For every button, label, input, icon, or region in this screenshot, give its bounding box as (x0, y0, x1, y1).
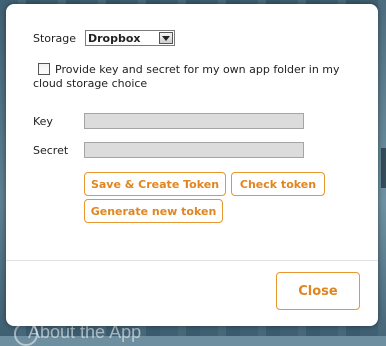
dialog-divider (6, 260, 378, 261)
save-create-token-button[interactable]: Save & Create Token (84, 172, 226, 196)
key-label: Key (33, 115, 53, 128)
storage-selected-value: Dropbox (88, 31, 141, 45)
secret-label: Secret (33, 144, 69, 157)
storage-select[interactable]: Dropbox (85, 30, 175, 46)
key-field[interactable] (84, 113, 304, 129)
background-scrollbar (381, 148, 386, 188)
storage-label: Storage (33, 32, 77, 45)
generate-new-token-button[interactable]: Generate new token (84, 199, 223, 223)
own-folder-label: Provide key and secret for my own app fo… (33, 63, 340, 90)
token-settings-dialog: Storage Dropbox Provide key and secret f… (6, 4, 378, 326)
check-token-button[interactable]: Check token (231, 172, 325, 196)
close-button[interactable]: Close (276, 272, 360, 310)
secret-field[interactable] (84, 142, 304, 158)
chevron-down-icon[interactable] (159, 32, 173, 44)
